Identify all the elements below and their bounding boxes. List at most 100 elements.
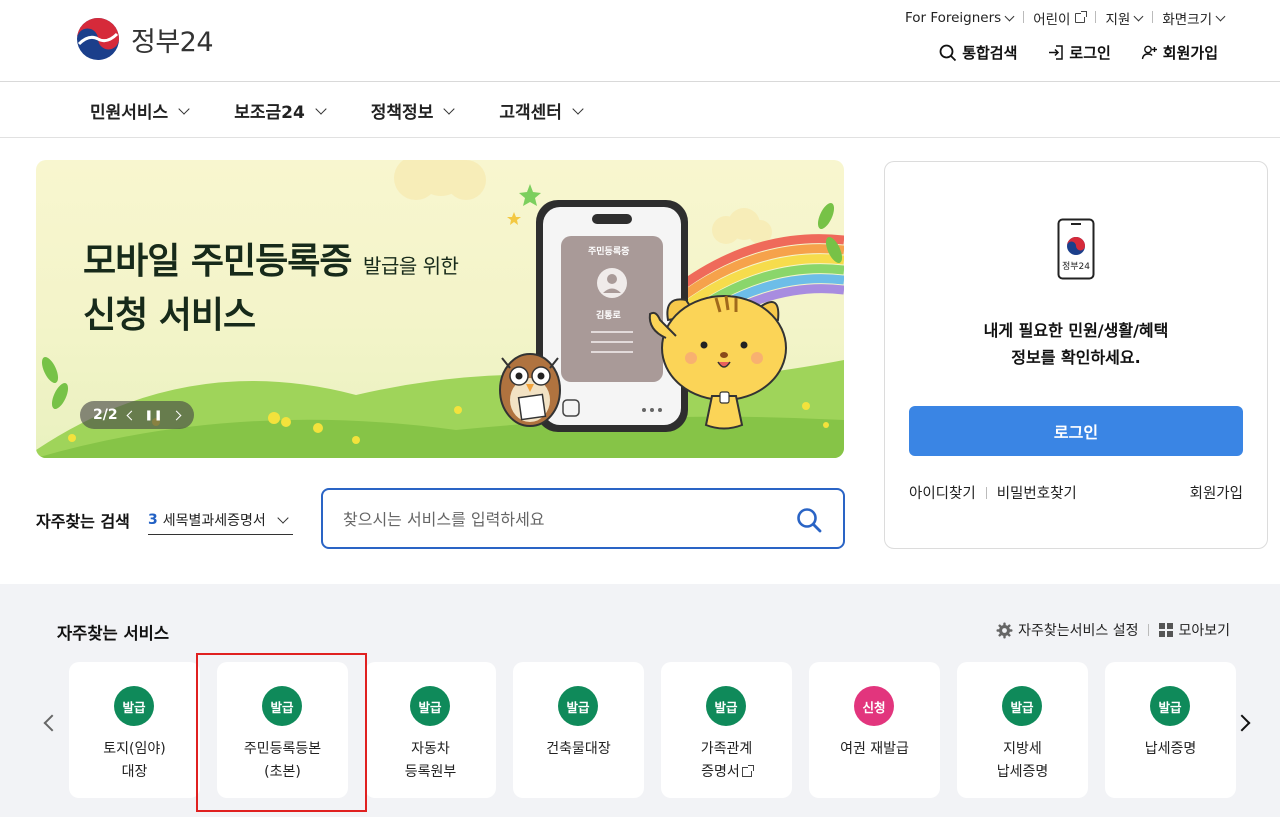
login-button[interactable]: 로그인 [909,406,1243,456]
favorite-settings-button[interactable]: 자주찾는서비스 설정 [996,620,1138,640]
promo-banner[interactable]: 주민등록증 김통로 모바일 주민등록증 발급을 위한 신청 서비스 2/2 ❚❚ [36,160,844,458]
service-card-line1: 건축물대장 [546,741,611,757]
frequent-search-label: 자주찾는 검색 [36,512,130,531]
nav-item-label: 정책정보 [370,103,434,123]
banner-pager-count: 2/2 [93,407,118,423]
login-message: 내게 필요한 민원/생활/혜택 정보를 확인하세요. [885,317,1267,371]
find-password-link[interactable]: 비밀번호찾기 [997,482,1077,503]
utility-support[interactable]: 지원 [1095,8,1152,28]
service-card-label: 납세증명 [1105,738,1236,761]
divider [1148,624,1150,636]
nav-item-policy-info[interactable]: 정책정보 [370,98,456,123]
service-card[interactable]: 발급 지방세 납세증명 [957,662,1088,798]
utility-kids[interactable]: 어린이 [1023,8,1095,28]
utility-foreigners-label: For Foreigners [904,10,1002,26]
find-id-link[interactable]: 아이디찾기 [909,482,976,503]
banner-prev-button[interactable] [126,410,137,420]
login-link-label: 로그인 [1069,44,1111,62]
utility-support-label: 지원 [1105,12,1131,28]
favorite-services-title: 자주찾는 서비스 [57,624,170,643]
selection-highlight-box [196,653,367,812]
service-card[interactable]: 발급 납세증명 [1105,662,1236,798]
banner-pager: 2/2 ❚❚ [80,401,194,429]
owl-character-illustration [499,353,561,427]
service-card[interactable]: 신청 여권 재발급 [809,662,940,798]
utility-menu: For Foreigners 어린이 지원 화면크기 [895,8,1226,28]
login-message-line2: 정보를 확인하세요. [1011,348,1141,367]
service-card-label: 지방세 납세증명 [957,738,1088,784]
login-link[interactable]: 로그인 [1047,42,1111,63]
site-logo[interactable]: 정부24 [75,16,214,62]
banner-title-bold: 모바일 주민등록증 [83,241,352,282]
login-phone-label: 정부24 [1062,262,1091,272]
apply-badge: 신청 [854,686,894,726]
frequent-search-term: 세목별과세증명서 [162,512,266,529]
nav-item-subsidy24[interactable]: 보조금24 [234,98,327,123]
divider [985,486,987,499]
banner-title-line2: 신청 서비스 [83,295,256,336]
service-card-line1: 지방세 [1003,741,1042,757]
account-menu: 통합검색 로그인 회원가입 [939,42,1218,63]
main-navigation: 민원서비스 보조금24 정책정보 고객센터 [0,83,1280,138]
nav-item-civil-services[interactable]: 민원서비스 [90,98,190,123]
nav-item-label: 보조금24 [234,103,305,123]
carousel-next-arrow[interactable] [1233,714,1251,732]
issue-badge: 발급 [114,686,154,726]
service-card-line2: 대장 [121,764,148,780]
service-search-input[interactable] [343,506,773,532]
service-card[interactable]: 발급 토지(임야) 대장 [69,662,200,798]
service-card[interactable]: 발급 자동차 등록원부 [365,662,496,798]
nav-item-customer-center[interactable]: 고객센터 [499,98,584,123]
account-find-links: 아이디찾기 비밀번호찾기 [909,482,1077,503]
grid-icon [1159,623,1174,637]
issue-badge: 발급 [1002,686,1042,726]
utility-kids-label: 어린이 [1033,12,1071,28]
banner-card-name: 김통로 [596,311,621,321]
service-card-label: 토지(임야) 대장 [69,738,200,784]
view-all-button[interactable]: 모아보기 [1159,620,1230,640]
issue-badge: 발급 [1150,686,1190,726]
chevron-down-icon [1215,11,1226,21]
favorite-services-section: 자주찾는 서비스 자주찾는서비스 설정 모아보기 발급 토지(임야) 대장 발급… [0,584,1280,817]
taegeuk-logo-icon [77,18,119,60]
search-icon[interactable] [795,506,823,534]
service-card-line1: 여권 재발급 [840,741,909,757]
utility-font-size[interactable]: 화면크기 [1152,8,1226,28]
logo-text: 정부24 [131,26,214,58]
service-card[interactable]: 발급 가족관계 증명서 [661,662,792,798]
star-illustration [519,184,541,206]
login-message-line1: 내게 필요한 민원/생활/혜택 [983,321,1169,340]
chevron-down-icon [443,102,456,115]
signup-link[interactable]: 회원가입 [1141,42,1218,63]
login-card: 정부24 내게 필요한 민원/생활/혜택 정보를 확인하세요. 로그인 아이디찾… [884,161,1268,549]
carousel-prev-arrow[interactable] [43,714,61,732]
gear-icon [996,622,1013,638]
nav-item-label: 민원서비스 [90,103,169,123]
banner-next-button[interactable] [171,410,182,420]
service-card-line1: 토지(임야) [103,741,166,757]
service-card-line2: 증명서 [701,764,740,780]
favorite-services-tools: 자주찾는서비스 설정 모아보기 [996,620,1230,640]
service-card[interactable]: 발급 건축물대장 [513,662,644,798]
chevron-down-icon [1133,11,1144,21]
banner-pause-button[interactable]: ❚❚ [145,410,164,421]
service-card-line2: 납세증명 [996,764,1049,780]
service-card-label: 건축물대장 [513,738,644,761]
service-card-line2-wrap: 증명서 [661,761,792,784]
banner-title: 모바일 주민등록증 발급을 위한 [83,240,459,288]
service-card-label: 가족관계 증명서 [661,738,792,784]
utility-font-size-label: 화면크기 [1162,12,1212,28]
user-add-icon [1141,45,1157,60]
service-card-label: 여권 재발급 [809,738,940,761]
card-signup-link[interactable]: 회원가입 [1190,482,1243,503]
site-header: 정부24 For Foreigners 어린이 지원 화면크기 통합검색 로그인… [0,0,1280,82]
integrated-search-label: 통합검색 [962,44,1018,62]
frequent-search-dropdown[interactable]: 3 세목별과세증명서 [148,505,293,535]
utility-foreigners[interactable]: For Foreigners [895,10,1023,26]
banner-card-title: 주민등록증 [588,247,630,257]
signup-link-label: 회원가입 [1162,44,1218,62]
login-icon [1049,45,1064,60]
integrated-search-link[interactable]: 통합검색 [939,42,1017,63]
chevron-down-icon [572,102,584,115]
issue-badge: 발급 [410,686,450,726]
